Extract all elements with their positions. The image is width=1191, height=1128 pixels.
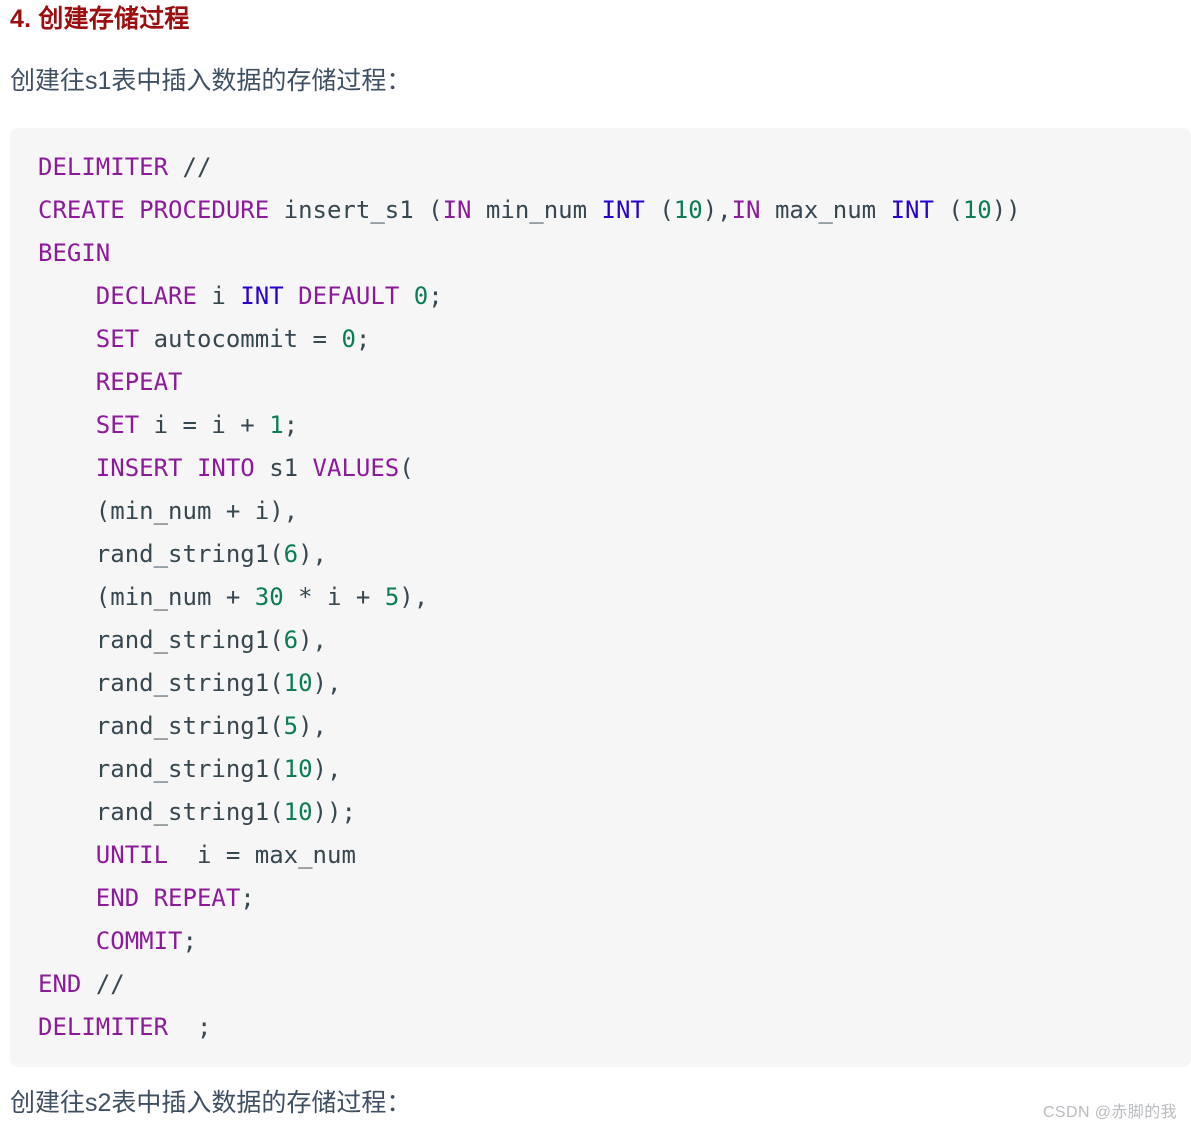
code-token: i = max_num <box>168 841 356 869</box>
code-token: ), <box>298 626 327 654</box>
code-token: END <box>38 970 82 998</box>
code-block: DELIMITER // CREATE PROCEDURE insert_s1 … <box>10 128 1191 1067</box>
article-page: 4. 创建存储过程 创建往s1表中插入数据的存储过程： DELIMITER //… <box>0 0 1191 1128</box>
code-token: i <box>196 282 241 310</box>
code-token: ; <box>355 325 371 353</box>
code-token: DELIMITER <box>38 1013 169 1041</box>
code-token: ; <box>428 282 443 310</box>
code-token: 1 <box>269 411 284 439</box>
code-token: VALUES <box>312 454 400 482</box>
code-token: 10 <box>283 755 313 783</box>
code-token: ), <box>312 669 342 697</box>
code-token: 5 <box>283 712 299 740</box>
code-token: rand_string1( <box>38 669 284 697</box>
intro-paragraph: 创建往s1表中插入数据的存储过程： <box>10 67 412 95</box>
code-token: rand_string1( <box>38 626 284 654</box>
code-token: 6 <box>283 540 299 568</box>
code-token: INT <box>601 196 645 224</box>
code-token: END REPEAT <box>95 884 241 912</box>
code-token: 10 <box>962 196 992 224</box>
code-token: UNTIL <box>95 841 169 869</box>
code-token: s1 <box>254 454 313 482</box>
sql-code-content[interactable]: DELIMITER // CREATE PROCEDURE insert_s1 … <box>10 146 1191 1049</box>
code-token: 0 <box>413 282 429 310</box>
page-title: 4. 创建存储过程 <box>10 5 190 33</box>
code-token: rand_string1( <box>38 712 284 740</box>
code-token: DELIMITER <box>38 153 169 181</box>
code-token: )); <box>312 798 356 826</box>
code-token: rand_string1( <box>38 755 284 783</box>
code-token: ), <box>312 755 342 783</box>
code-token: 10 <box>673 196 703 224</box>
code-token: ; <box>240 884 255 912</box>
code-token: max_num <box>760 196 891 224</box>
code-token: insert_s1 ( <box>269 196 443 224</box>
code-token: )) <box>991 196 1021 224</box>
csdn-watermark: CSDN @赤脚的我 <box>1042 1104 1177 1121</box>
code-token: DEFAULT <box>298 282 400 310</box>
code-token: INT <box>890 196 934 224</box>
code-token: i = i + <box>139 411 270 439</box>
code-token: INSERT INTO <box>95 454 255 482</box>
code-token: ( <box>399 454 414 482</box>
code-token: SET <box>95 325 140 353</box>
code-token: ), <box>298 540 327 568</box>
code-token: min_num <box>471 196 602 224</box>
code-token: (min_num + i), <box>38 497 299 525</box>
code-token: 6 <box>283 626 299 654</box>
code-token: 10 <box>283 798 313 826</box>
code-token: IN <box>442 196 472 224</box>
code-token: 0 <box>341 325 356 353</box>
code-token: INT <box>240 282 284 310</box>
code-token: ), <box>702 196 732 224</box>
code-token: ; <box>182 927 197 955</box>
closing-paragraph: 创建往s2表中插入数据的存储过程： <box>10 1089 412 1117</box>
code-token: ( <box>644 196 674 224</box>
code-token: DECLARE <box>95 282 197 310</box>
code-token: ( <box>933 196 963 224</box>
code-token: IN <box>731 196 761 224</box>
code-token: // <box>182 153 212 181</box>
code-token: rand_string1( <box>38 798 284 826</box>
code-token: SET <box>95 411 140 439</box>
code-token: 5 <box>384 583 400 611</box>
code-token: REPEAT <box>95 368 183 396</box>
code-token: // <box>95 970 125 998</box>
code-token: autocommit = <box>139 325 342 353</box>
code-token: * i + <box>283 583 385 611</box>
code-token: (min_num + <box>38 583 255 611</box>
code-token: ; <box>283 411 299 439</box>
code-token: CREATE PROCEDURE <box>38 196 270 224</box>
code-token: rand_string1( <box>38 540 284 568</box>
code-token: COMMIT <box>95 927 183 955</box>
code-token: BEGIN <box>38 239 111 267</box>
code-token: ; <box>168 1013 212 1041</box>
code-token: 30 <box>254 583 284 611</box>
code-token: 10 <box>283 669 313 697</box>
code-token: ), <box>399 583 429 611</box>
code-token: ), <box>298 712 327 740</box>
